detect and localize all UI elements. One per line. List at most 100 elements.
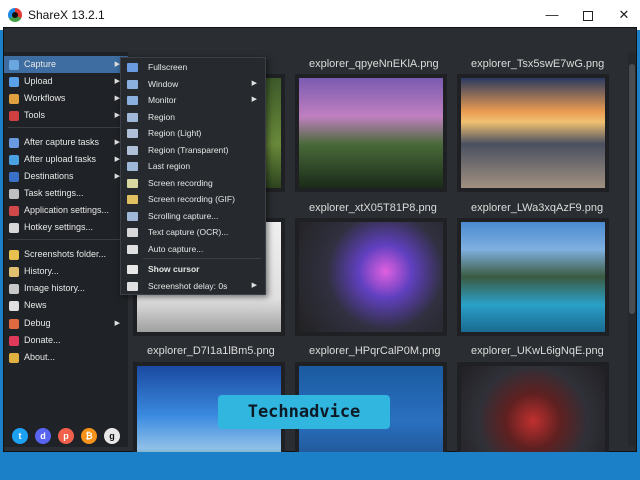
- submenu-item-text-capture-ocr[interactable]: Text capture (OCR)...: [121, 224, 265, 241]
- sidebar-item-image-history[interactable]: Image history...: [4, 280, 128, 297]
- chevron-right-icon: ▶: [251, 281, 257, 289]
- submenu-item-region-light[interactable]: Region (Light): [121, 125, 265, 142]
- sidebar-item-capture[interactable]: Capture ▶: [4, 56, 128, 73]
- sidebar-menu: Capture ▶ Upload ▶ Workflows ▶ Tools ▶ After cap…: [4, 52, 128, 447]
- scrolling-capture-icon: [127, 211, 138, 221]
- sidebar-item-debug[interactable]: Debug ▶: [4, 315, 128, 332]
- page-background-bar: [0, 452, 640, 480]
- sidebar-item-label: After capture tasks: [24, 137, 100, 147]
- sidebar-item-workflows[interactable]: Workflows ▶: [4, 90, 128, 107]
- submenu-item-window[interactable]: Window ▶: [121, 76, 265, 93]
- folder-icon: [9, 250, 19, 260]
- vertical-scrollbar[interactable]: [628, 52, 636, 447]
- submenu-item-fullscreen[interactable]: Fullscreen: [121, 59, 265, 76]
- submenu-item-screenshot-delay-0s[interactable]: Screenshot delay: 0s ▶: [121, 278, 265, 295]
- thumbnail-filename: explorer_xtX05T81P8.png: [309, 202, 437, 214]
- submenu-item-label: Window: [148, 78, 179, 89]
- submenu-item-label: Monitor: [148, 95, 177, 105]
- sharex-logo-icon: [8, 8, 22, 22]
- sidebar-item-label: Donate...: [24, 335, 61, 345]
- sidebar-item-screenshots-folder[interactable]: Screenshots folder...: [4, 246, 128, 263]
- news-icon: [9, 301, 19, 311]
- submenu-item-scrolling-capture[interactable]: Scrolling capture...: [121, 208, 265, 225]
- sidebar-item-label: Screenshots folder...: [24, 249, 107, 259]
- sidebar-item-tools[interactable]: Tools ▶: [4, 107, 128, 124]
- maximize-icon: [583, 10, 593, 21]
- github-icon[interactable]: g: [104, 428, 120, 444]
- maximize-button[interactable]: [570, 0, 606, 30]
- submenu-item-screen-recording-gif[interactable]: Screen recording (GIF): [121, 191, 265, 208]
- watermark-text: Technadvice: [218, 395, 390, 429]
- discord-icon[interactable]: d: [35, 428, 51, 444]
- sidebar-item-task-settings[interactable]: Task settings...: [4, 185, 128, 202]
- submenu-item-label: Region (Transparent): [148, 144, 229, 155]
- patreon-icon[interactable]: p: [58, 428, 74, 444]
- sidebar-item-label: After upload tasks: [24, 154, 97, 164]
- submenu-item-monitor[interactable]: Monitor ▶: [121, 92, 265, 109]
- submenu-item-label: Screenshot delay: 0s: [148, 280, 228, 291]
- submenu-item-region-transparent[interactable]: Region (Transparent): [121, 142, 265, 159]
- sidebar-item-after-capture-tasks[interactable]: After capture tasks ▶: [4, 134, 128, 151]
- bitcoin-icon[interactable]: ₿: [81, 428, 97, 444]
- sidebar-item-after-upload-tasks[interactable]: After upload tasks ▶: [4, 151, 128, 168]
- gear-icon: [9, 189, 19, 199]
- sidebar-divider: [8, 239, 124, 240]
- sidebar-item-label: Application settings...: [24, 205, 110, 215]
- sidebar-item-upload[interactable]: Upload ▶: [4, 73, 128, 90]
- chevron-right-icon: ▶: [251, 79, 257, 87]
- thumbnail-card[interactable]: [457, 74, 609, 192]
- debug-icon: [9, 319, 19, 329]
- submenu-item-label: Screen recording: [148, 177, 213, 188]
- submenu-item-screen-recording[interactable]: Screen recording: [121, 175, 265, 192]
- region-transparent-icon: [127, 145, 138, 155]
- submenu-item-region[interactable]: Region: [121, 109, 265, 126]
- sidebar-item-label: Upload: [24, 76, 53, 86]
- after-capture-icon: [9, 138, 19, 148]
- submenu-item-last-region[interactable]: Last region: [121, 158, 265, 175]
- about-icon: [9, 353, 19, 363]
- thumbnail-filename: explorer_UKwL6igNqE.png: [471, 345, 604, 357]
- submenu-item-label: Screen recording (GIF): [148, 194, 235, 204]
- close-button[interactable]: ✕: [606, 0, 640, 30]
- submenu-item-label: Text capture (OCR)...: [148, 227, 229, 237]
- destinations-icon: [9, 172, 19, 182]
- delay-icon: [127, 281, 138, 291]
- sidebar-item-label: Debug: [24, 318, 51, 328]
- scrollbar-thumb[interactable]: [629, 64, 635, 314]
- thumbnail-card[interactable]: [295, 74, 447, 192]
- submenu-item-show-cursor[interactable]: Show cursor: [121, 261, 265, 278]
- thumbnail-card[interactable]: [295, 218, 447, 336]
- submenu-item-label: Show cursor: [148, 264, 200, 274]
- cursor-icon: [127, 265, 138, 274]
- sidebar-item-about[interactable]: About...: [4, 349, 128, 366]
- camera-icon: [9, 60, 19, 70]
- submenu-item-auto-capture[interactable]: Auto capture...: [121, 241, 265, 258]
- thumbnail-image: [299, 222, 443, 332]
- sidebar-item-application-settings[interactable]: Application settings...: [4, 202, 128, 219]
- tools-icon: [9, 111, 19, 121]
- last-region-icon: [127, 162, 138, 171]
- sidebar-item-label: News: [24, 300, 47, 310]
- minimize-button[interactable]: —: [534, 0, 570, 30]
- sidebar-item-label: Capture: [24, 59, 57, 69]
- monitor-icon: [127, 96, 138, 105]
- sidebar-item-news[interactable]: News: [4, 297, 128, 314]
- thumbnail-image: [461, 222, 605, 332]
- sidebar-item-label: Tools: [24, 110, 46, 120]
- thumbnail-filename: explorer_Tsx5swE7wG.png: [471, 58, 605, 70]
- heart-icon: [9, 336, 19, 346]
- sidebar-item-label: Hotkey settings...: [24, 222, 94, 232]
- sidebar-item-hotkey-settings[interactable]: Hotkey settings...: [4, 219, 128, 236]
- screen-recording-icon: [127, 178, 138, 188]
- sidebar-item-donate[interactable]: Donate...: [4, 332, 128, 349]
- thumbnail-filename: explorer_qpyeNnEKlA.png: [309, 58, 439, 70]
- chevron-right-icon: ▶: [114, 320, 120, 327]
- sidebar-item-history[interactable]: History...: [4, 263, 128, 280]
- history-icon: [9, 267, 19, 277]
- submenu-item-label: Scrolling capture...: [148, 210, 219, 221]
- sidebar-item-destinations[interactable]: Destinations ▶: [4, 168, 128, 185]
- workflows-icon: [9, 94, 19, 104]
- twitter-icon[interactable]: t: [12, 428, 28, 444]
- image-history-icon: [9, 284, 19, 294]
- thumbnail-card[interactable]: [457, 218, 609, 336]
